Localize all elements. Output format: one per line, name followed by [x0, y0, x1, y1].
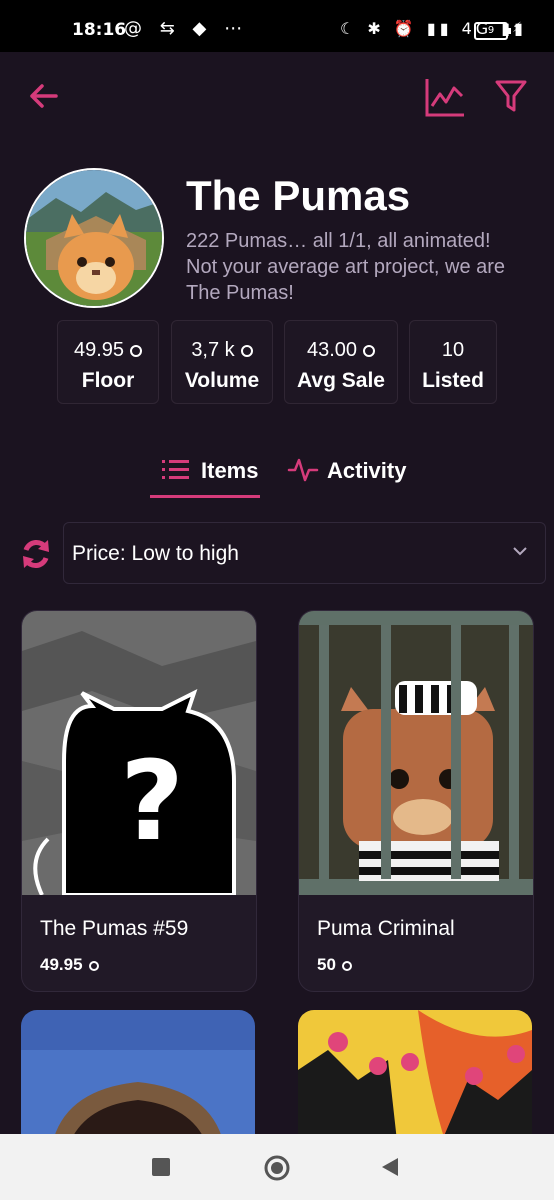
- item-card[interactable]: ? The Pumas #59 49.95: [21, 610, 257, 992]
- collection-avatar: [24, 168, 164, 308]
- item-image: ?: [22, 611, 256, 895]
- square-icon: [152, 1158, 170, 1176]
- stat-listed: 10 Listed: [409, 320, 497, 404]
- sol-icon: [363, 344, 376, 357]
- battery-icon: 9: [474, 22, 511, 40]
- sol-icon: [341, 960, 352, 971]
- item-price: 50: [317, 955, 336, 974]
- line-chart-icon: [425, 79, 464, 117]
- tab-label: Activity: [327, 458, 407, 483]
- back-nav-button[interactable]: [380, 1156, 400, 1183]
- charging-icon: ⚡: [512, 20, 522, 36]
- circle-icon: [264, 1155, 290, 1181]
- refresh-button[interactable]: [20, 536, 52, 572]
- item-image: [21, 1010, 255, 1150]
- stat-label: Floor: [81, 369, 135, 392]
- stat-value: 3,7 k: [191, 339, 235, 361]
- notification-icons: @ ⇆ ◆ ⋯: [124, 18, 249, 39]
- item-name: The Pumas #59: [40, 917, 189, 940]
- filter-icon: [495, 80, 527, 112]
- item-card[interactable]: [298, 1010, 532, 1150]
- list-icon: [162, 460, 189, 479]
- recents-button[interactable]: [152, 1158, 170, 1181]
- arrow-left-icon: [30, 84, 58, 108]
- item-image: [299, 611, 533, 895]
- collection-title: The Pumas: [186, 172, 411, 219]
- tab-label: Items: [201, 458, 259, 483]
- back-button[interactable]: [26, 78, 62, 114]
- stat-label: Listed: [422, 369, 484, 392]
- sol-icon: [240, 344, 253, 357]
- item-card[interactable]: Puma Criminal 50: [298, 610, 534, 992]
- home-button[interactable]: [263, 1154, 291, 1187]
- stat-avg-sale: 43.00 Avg Sale: [284, 320, 398, 404]
- stat-label: Avg Sale: [297, 369, 385, 392]
- activity-icon: [287, 458, 319, 482]
- stat-label: Volume: [184, 369, 260, 392]
- status-time: 18:16: [72, 20, 127, 40]
- svg-text:?: ?: [120, 737, 184, 865]
- chevron-down-icon: [513, 547, 527, 556]
- sol-icon: [130, 344, 143, 357]
- filter-button[interactable]: [494, 78, 528, 114]
- item-image: [298, 1010, 532, 1150]
- item-name: Puma Criminal: [317, 917, 455, 940]
- tab-activity[interactable]: Activity: [287, 448, 407, 500]
- stat-floor: 49.95 Floor: [57, 320, 159, 404]
- status-bar: 18:16 @ ⇆ ◆ ⋯ ☾ ✱ ⏰ ▮▮ 4G ▮▮ 9 ⚡: [0, 0, 554, 52]
- item-price: 49.95: [40, 955, 83, 974]
- refresh-icon: [23, 540, 49, 568]
- sort-selected-value: Price: Low to high: [72, 542, 239, 565]
- item-card[interactable]: [21, 1010, 255, 1150]
- stat-value: 43.00: [306, 339, 358, 361]
- stat-value: 10: [441, 339, 465, 361]
- chart-button[interactable]: [424, 76, 466, 118]
- sort-select[interactable]: Price: Low to high: [63, 522, 546, 584]
- collection-description: 222 Pumas… all 1/1, all animated! Not yo…: [186, 230, 506, 304]
- stat-value: 49.95: [73, 339, 125, 361]
- system-nav-bar: [0, 1134, 554, 1200]
- triangle-back-icon: [382, 1158, 398, 1176]
- tab-items[interactable]: Items: [160, 448, 260, 500]
- stat-volume: 3,7 k Volume: [171, 320, 273, 404]
- sol-icon: [88, 960, 99, 971]
- active-tab-indicator: [150, 495, 260, 498]
